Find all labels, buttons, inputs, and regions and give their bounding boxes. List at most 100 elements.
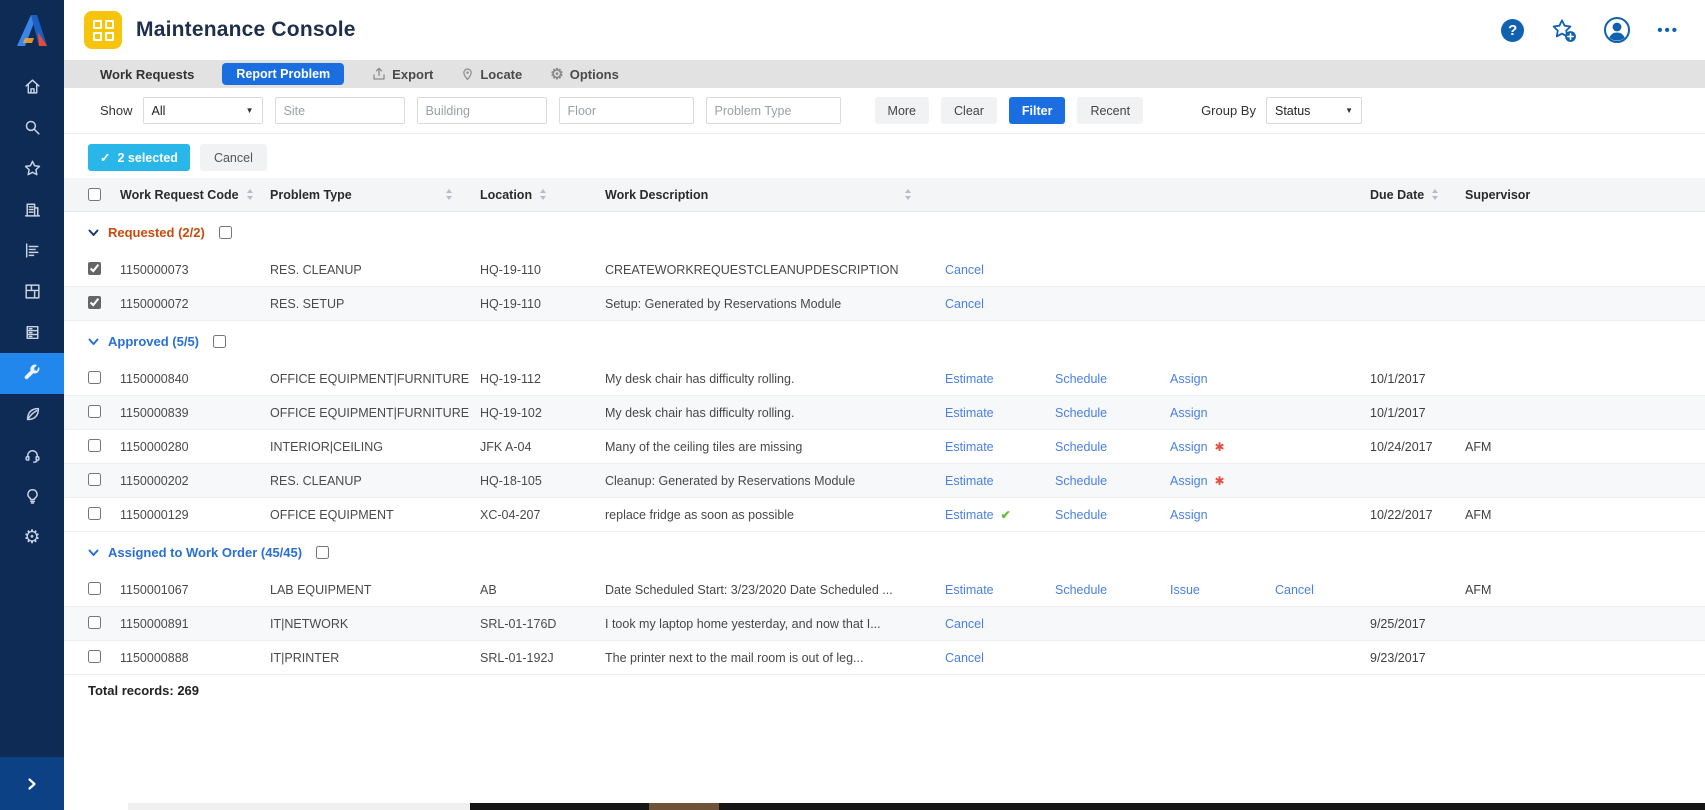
- column-header-location[interactable]: Location: [480, 188, 605, 202]
- more-icon[interactable]: •••: [1657, 22, 1679, 39]
- group-by-select[interactable]: Status ▼: [1266, 97, 1362, 124]
- site-input[interactable]: [275, 97, 405, 124]
- group-select-checkbox[interactable]: [213, 335, 226, 348]
- sort-icon[interactable]: [540, 189, 546, 200]
- column-header-problem-type[interactable]: Problem Type: [270, 188, 480, 202]
- selected-count-button[interactable]: ✓ 2 selected: [88, 144, 190, 171]
- export-button[interactable]: Export: [372, 67, 433, 82]
- work-description-cell: replace fridge as soon as possible: [605, 508, 945, 522]
- sidebar-item-ideas[interactable]: [0, 476, 64, 517]
- row-checkbox[interactable]: [88, 439, 101, 452]
- assign-link[interactable]: Assign: [1170, 474, 1208, 488]
- assign-link[interactable]: Assign: [1170, 406, 1208, 420]
- wrench-icon: [23, 364, 42, 383]
- issue-link[interactable]: Issue: [1170, 583, 1200, 597]
- archibus-logo[interactable]: [0, 0, 64, 60]
- row-checkbox[interactable]: [88, 296, 101, 309]
- group-select-checkbox[interactable]: [316, 546, 329, 559]
- cancel-selection-button[interactable]: Cancel: [200, 144, 267, 171]
- sort-icon[interactable]: [1432, 189, 1438, 200]
- estimate-link[interactable]: Estimate: [945, 372, 994, 386]
- column-header-work-request-code[interactable]: Work Request Code: [120, 188, 270, 202]
- options-button[interactable]: ⚙ Options: [550, 67, 619, 82]
- filter-button[interactable]: Filter: [1009, 97, 1066, 124]
- gear-icon: ⚙: [23, 527, 40, 548]
- help-icon[interactable]: ?: [1501, 19, 1524, 42]
- location-cell: HQ-18-105: [480, 474, 605, 488]
- sort-icon[interactable]: [905, 189, 911, 200]
- bookmark-add-icon[interactable]: [1550, 18, 1577, 43]
- estimate-link[interactable]: Estimate: [945, 440, 994, 454]
- report-problem-button[interactable]: Report Problem: [222, 63, 344, 85]
- row-checkbox[interactable]: [88, 405, 101, 418]
- cancel-link[interactable]: Cancel: [945, 651, 984, 665]
- problem-type-input[interactable]: [706, 97, 841, 124]
- estimate-link[interactable]: Estimate: [945, 474, 994, 488]
- sidebar-item-settings[interactable]: ⚙: [0, 517, 64, 558]
- schedule-link[interactable]: Schedule: [1055, 406, 1107, 420]
- row-checkbox[interactable]: [88, 473, 101, 486]
- sidebar-item-reports[interactable]: [0, 230, 64, 271]
- row-checkbox[interactable]: [88, 371, 101, 384]
- sidebar-item-maintenance[interactable]: [0, 353, 64, 394]
- show-select[interactable]: All ▼: [143, 97, 263, 124]
- problem-type-cell: INTERIOR|CEILING: [270, 440, 480, 454]
- cancel-link[interactable]: Cancel: [945, 263, 984, 277]
- estimate-link[interactable]: Estimate: [945, 508, 994, 522]
- sidebar-item-space-plans[interactable]: [0, 271, 64, 312]
- schedule-link[interactable]: Schedule: [1055, 440, 1107, 454]
- estimate-link[interactable]: Estimate: [945, 406, 994, 420]
- locate-button[interactable]: Locate: [461, 67, 522, 82]
- cancel-link[interactable]: Cancel: [945, 617, 984, 631]
- select-all-checkbox[interactable]: [88, 188, 101, 201]
- sort-icon[interactable]: [446, 189, 452, 200]
- group-header[interactable]: Requested (2/2): [64, 212, 1705, 253]
- group-header[interactable]: Assigned to Work Order (45/45): [64, 532, 1705, 573]
- more-button[interactable]: More: [875, 97, 929, 124]
- recent-button[interactable]: Recent: [1077, 97, 1143, 124]
- schedule-link[interactable]: Schedule: [1055, 583, 1107, 597]
- column-header-due-date[interactable]: Due Date: [1370, 188, 1465, 202]
- schedule-link[interactable]: Schedule: [1055, 372, 1107, 386]
- sort-icon[interactable]: [247, 189, 253, 200]
- assign-link[interactable]: Assign: [1170, 440, 1208, 454]
- row-checkbox[interactable]: [88, 650, 101, 663]
- assign-link[interactable]: Assign: [1170, 508, 1208, 522]
- apps-grid-icon[interactable]: [84, 11, 122, 49]
- sidebar-item-support[interactable]: [0, 435, 64, 476]
- cancel-link[interactable]: Cancel: [945, 297, 984, 311]
- clear-button[interactable]: Clear: [941, 97, 997, 124]
- row-checkbox[interactable]: [88, 507, 101, 520]
- row-checkbox[interactable]: [88, 616, 101, 629]
- action-cell: Cancel: [945, 297, 1055, 311]
- group-select-checkbox[interactable]: [219, 226, 232, 239]
- action-cell: Cancel: [945, 651, 1055, 665]
- work-description-cell: I took my laptop home yesterday, and now…: [605, 617, 945, 631]
- location-cell: SRL-01-192J: [480, 651, 605, 665]
- sidebar-item-sustainability[interactable]: [0, 394, 64, 435]
- action-cell: Assign✱: [1170, 474, 1275, 488]
- assign-link[interactable]: Assign: [1170, 372, 1208, 386]
- sidebar-item-facilities[interactable]: [0, 189, 64, 230]
- action-cell: Estimate: [945, 406, 1055, 420]
- schedule-link[interactable]: Schedule: [1055, 474, 1107, 488]
- sidebar-item-home[interactable]: [0, 66, 64, 107]
- floor-input[interactable]: [559, 97, 694, 124]
- cancel-link[interactable]: Cancel: [1275, 583, 1314, 597]
- estimate-check-icon: ✔: [1001, 508, 1011, 522]
- group-header[interactable]: Approved (5/5): [64, 321, 1705, 362]
- work-request-code-cell: 1150000888: [120, 651, 270, 665]
- sidebar-item-search[interactable]: [0, 107, 64, 148]
- sidebar-expand-button[interactable]: [0, 757, 64, 810]
- account-icon[interactable]: [1603, 16, 1631, 44]
- estimate-link[interactable]: Estimate: [945, 583, 994, 597]
- building-input[interactable]: [417, 97, 547, 124]
- row-checkbox[interactable]: [88, 582, 101, 595]
- server-icon: [23, 323, 42, 342]
- sidebar-item-assets[interactable]: [0, 312, 64, 353]
- sidebar-item-favorites[interactable]: [0, 148, 64, 189]
- action-cell: Schedule: [1055, 440, 1170, 454]
- column-header-work-description[interactable]: Work Description: [605, 188, 945, 202]
- schedule-link[interactable]: Schedule: [1055, 508, 1107, 522]
- row-checkbox[interactable]: [88, 262, 101, 275]
